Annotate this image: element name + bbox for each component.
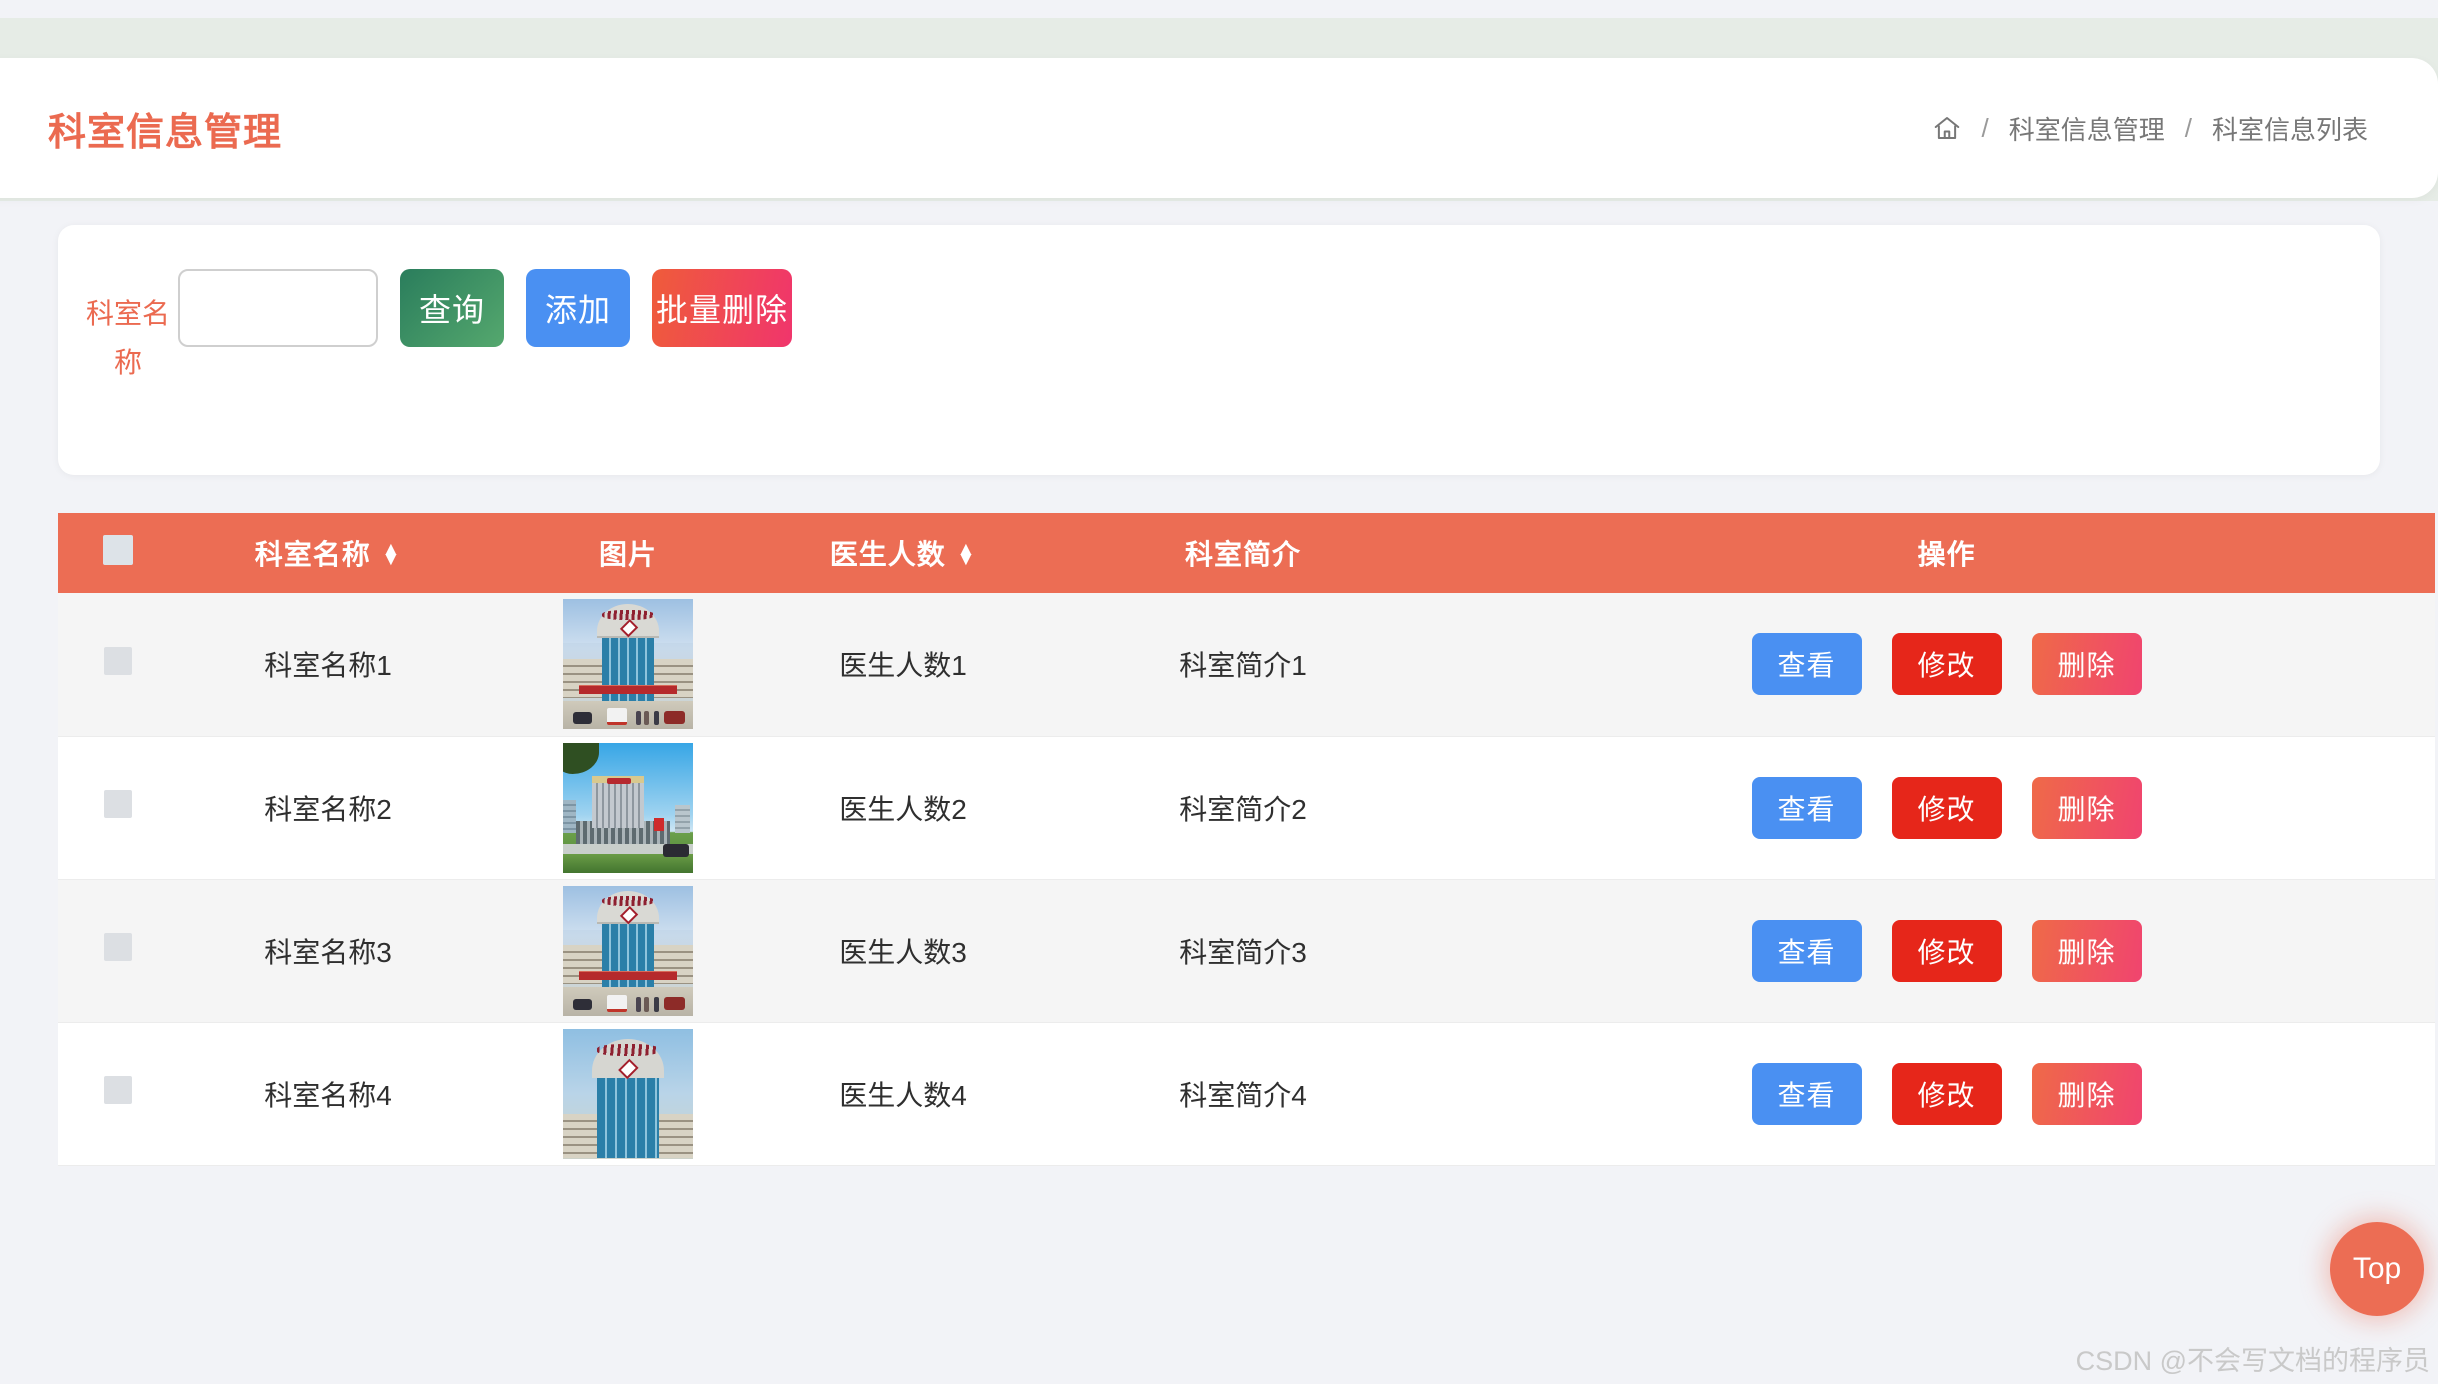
breadcrumb-item-department-management[interactable]: 科室信息管理 — [2009, 110, 2165, 147]
row-doctors-cell: 医生人数4 — [778, 1022, 1028, 1166]
delete-button[interactable]: 删除 — [2031, 633, 2142, 696]
row-operations-cell: 查看 修改 删除 — [1458, 736, 2435, 880]
edit-button[interactable]: 修改 — [1891, 1062, 2002, 1125]
row-image-cell — [478, 593, 778, 737]
row-checkbox[interactable] — [104, 933, 132, 961]
scroll-to-top-button[interactable]: Top — [2330, 1222, 2424, 1316]
delete-button[interactable]: 删除 — [2031, 776, 2142, 839]
table-header-operations: 操作 — [1458, 513, 2435, 593]
row-operations-cell: 查看 修改 删除 — [1458, 879, 2435, 1023]
delete-button[interactable]: 删除 — [2031, 919, 2142, 982]
home-icon[interactable] — [1932, 113, 1962, 143]
department-image-thumbnail[interactable] — [563, 599, 693, 730]
sort-arrows-icon[interactable]: ▲ ▼ — [956, 540, 977, 570]
row-checkbox[interactable] — [104, 1076, 132, 1104]
header-band: 科室信息管理 / 科室信息管理 / 科室信息列表 — [0, 18, 2438, 201]
row-select-cell — [58, 736, 178, 880]
sort-arrows-icon[interactable]: ▲ ▼ — [381, 540, 402, 570]
department-image-thumbnail[interactable] — [563, 742, 693, 873]
filter-row: 科室名称 查询 添加 批量删除 — [86, 257, 792, 387]
row-select-cell — [58, 593, 178, 737]
row-image-cell — [478, 879, 778, 1023]
row-operations-cell: 查看 修改 删除 — [1458, 1022, 2435, 1166]
batch-delete-button[interactable]: 批量删除 — [652, 269, 792, 347]
view-button[interactable]: 查看 — [1751, 919, 1862, 982]
table-row: 科室名称2 医生人数2 科室简介2 查看 修改 删除 — [58, 736, 2435, 880]
row-name-cell: 科室名称2 — [178, 736, 478, 880]
row-name-cell: 科室名称4 — [178, 1022, 478, 1166]
view-button[interactable]: 查看 — [1751, 776, 1862, 839]
row-checkbox[interactable] — [104, 646, 132, 675]
edit-button[interactable]: 修改 — [1891, 776, 2002, 839]
row-image-cell — [478, 736, 778, 880]
department-image-thumbnail[interactable] — [563, 1028, 693, 1159]
row-intro-cell: 科室简介2 — [1028, 736, 1458, 880]
query-button[interactable]: 查询 — [400, 269, 504, 347]
department-name-label: 科室名称 — [86, 298, 171, 378]
header-card: 科室信息管理 / 科室信息管理 / 科室信息列表 — [0, 58, 2438, 198]
row-doctors-cell: 医生人数1 — [778, 593, 1028, 737]
row-name-cell: 科室名称1 — [178, 593, 478, 737]
table-header-name[interactable]: 科室名称 ▲ ▼ — [178, 513, 478, 593]
delete-button[interactable]: 删除 — [2031, 1062, 2142, 1125]
table-row: 科室名称4 医生人数4 科室简介4 查看 修改 删除 — [58, 1022, 2435, 1166]
row-doctors-cell: 医生人数3 — [778, 879, 1028, 1023]
select-all-checkbox[interactable] — [103, 534, 133, 565]
sort-desc-icon: ▼ — [956, 548, 977, 570]
table-row: 科室名称1 医生人数1 科室简介1 查看 修改 删除 — [58, 593, 2435, 737]
department-image-thumbnail[interactable] — [563, 885, 693, 1016]
view-button[interactable]: 查看 — [1751, 633, 1862, 696]
table-header-doctors-label: 医生人数 — [829, 539, 946, 570]
watermark: CSDN @不会写文档的程序员 — [2075, 1346, 2430, 1376]
sort-desc-icon: ▼ — [381, 548, 402, 570]
edit-button[interactable]: 修改 — [1891, 633, 2002, 696]
table-row: 科室名称3 医生人数3 科室简介3 查看 修改 删除 — [58, 879, 2435, 1023]
breadcrumb: / 科室信息管理 / 科室信息列表 — [1932, 110, 2368, 147]
row-checkbox[interactable] — [104, 790, 132, 818]
table-header-doctors[interactable]: 医生人数 ▲ ▼ — [778, 513, 1028, 593]
row-select-cell — [58, 1022, 178, 1166]
row-name-cell: 科室名称3 — [178, 879, 478, 1023]
breadcrumb-item-department-list: 科室信息列表 — [2211, 114, 2368, 145]
row-intro-cell: 科室简介4 — [1028, 1022, 1458, 1166]
filter-card: 科室名称 查询 添加 批量删除 — [58, 225, 2380, 475]
department-name-input[interactable] — [178, 269, 378, 347]
breadcrumb-separator-2: / — [2184, 112, 2192, 143]
row-operations-cell: 查看 修改 删除 — [1458, 593, 2435, 737]
table-header-name-label: 科室名称 — [254, 539, 371, 570]
table-header-row: 科室名称 ▲ ▼ 图片 医生人数 ▲ ▼ 科室简介 操作 — [58, 513, 2435, 593]
table-header-select-all — [58, 513, 178, 593]
add-button[interactable]: 添加 — [526, 269, 630, 347]
row-select-cell — [58, 879, 178, 1023]
row-doctors-cell: 医生人数2 — [778, 736, 1028, 880]
page-title: 科室信息管理 — [48, 111, 283, 154]
table-header-intro: 科室简介 — [1028, 513, 1458, 593]
row-intro-cell: 科室简介1 — [1028, 593, 1458, 737]
row-image-cell — [478, 1022, 778, 1166]
department-table: 科室名称 ▲ ▼ 图片 医生人数 ▲ ▼ 科室简介 操作 科室名称1 医生人数1… — [58, 513, 2435, 1166]
breadcrumb-separator-1: / — [1981, 112, 1989, 143]
table-header-image: 图片 — [478, 513, 778, 593]
row-intro-cell: 科室简介3 — [1028, 879, 1458, 1023]
edit-button[interactable]: 修改 — [1891, 919, 2002, 982]
view-button[interactable]: 查看 — [1751, 1062, 1862, 1125]
